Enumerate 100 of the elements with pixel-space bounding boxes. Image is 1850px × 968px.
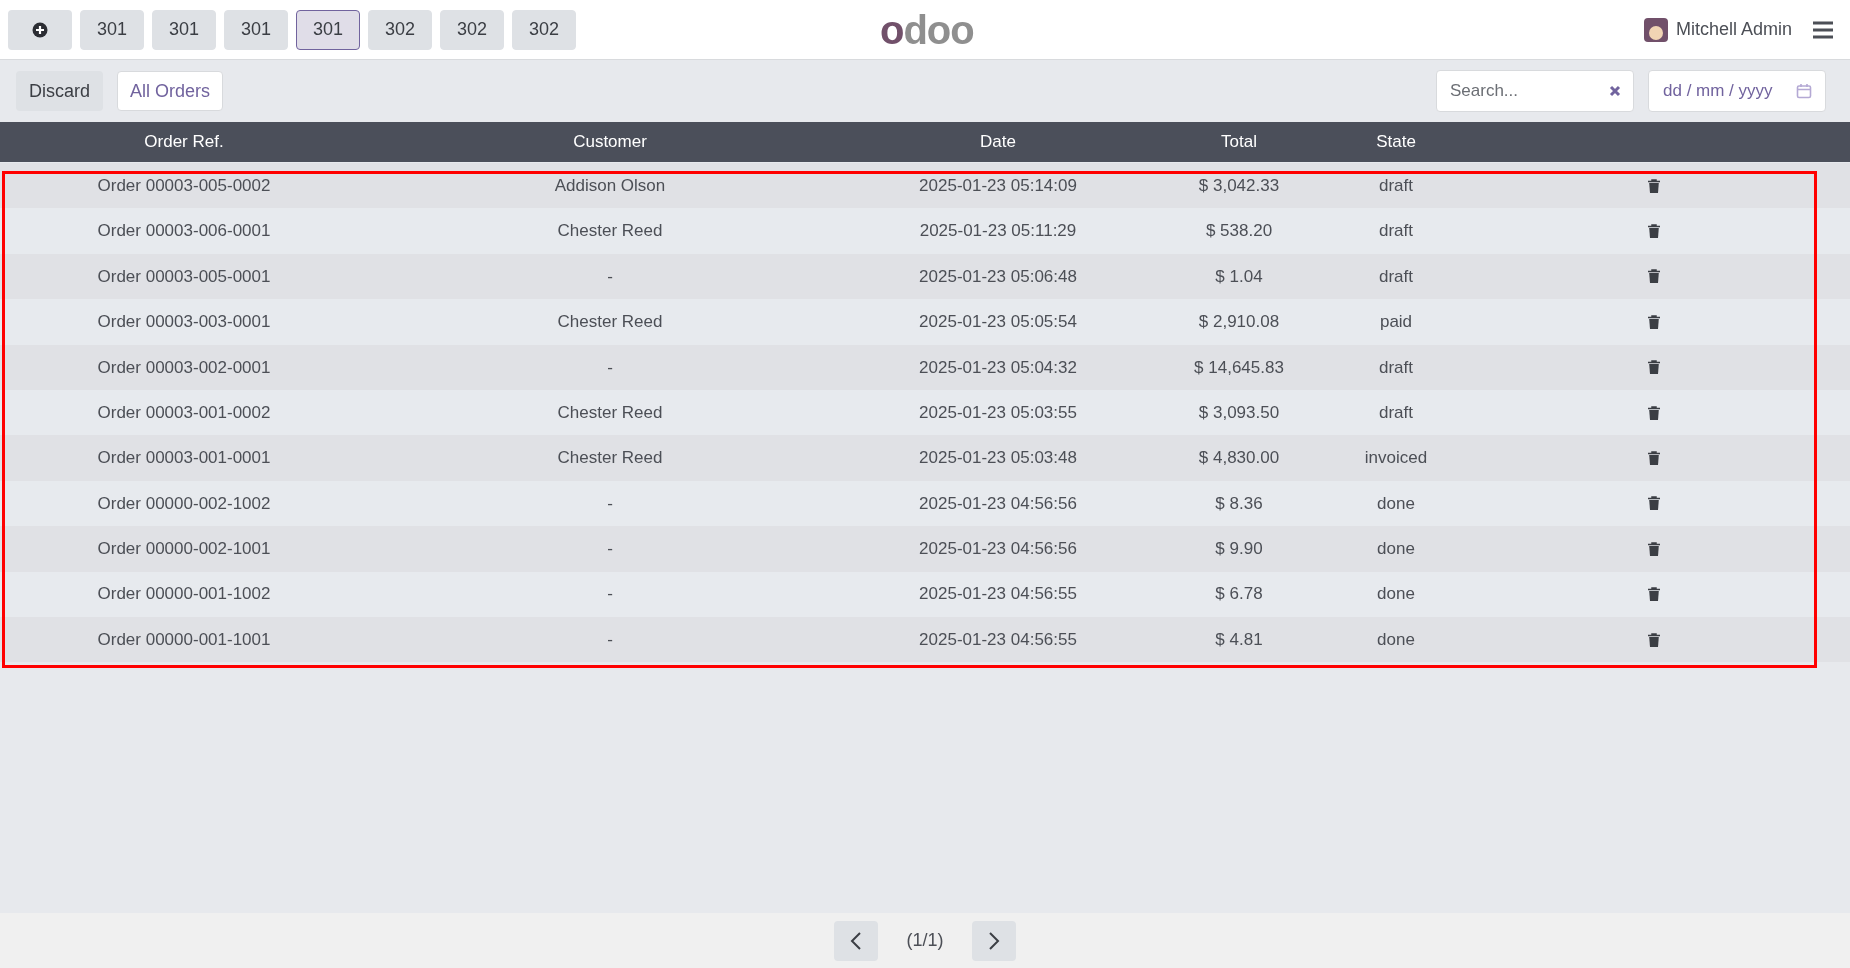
column-header: Order Ref. bbox=[143, 131, 225, 154]
next-button[interactable] bbox=[971, 920, 1016, 961]
search-field[interactable]: Search... bbox=[1436, 70, 1634, 112]
trash-icon[interactable] bbox=[1648, 360, 1660, 375]
register-tab[interactable]: 301 bbox=[224, 9, 288, 50]
table-cell-text: done bbox=[1377, 628, 1415, 651]
table-cell-text: $ 3,093.50 bbox=[1198, 401, 1280, 424]
table-cell-text: draft bbox=[1379, 265, 1413, 288]
previous-button[interactable] bbox=[834, 920, 879, 961]
table-cell-text: - bbox=[607, 265, 613, 288]
table-cell-text: Addison Olson bbox=[554, 174, 666, 197]
table-row[interactable]: Order 00000-001-1001 - 2025-01-23 04:56:55 $ 4.81 done bbox=[0, 616, 1850, 663]
table-cell-text: $ 2,910.08 bbox=[1198, 311, 1280, 334]
avatar bbox=[1643, 17, 1668, 42]
chevron-left-icon bbox=[850, 931, 863, 950]
discard-button[interactable]: Discard bbox=[16, 71, 103, 111]
register-tab[interactable]: 301 bbox=[152, 9, 216, 50]
date-field[interactable]: dd / mm / yyyy bbox=[1648, 70, 1826, 112]
chevron-right-icon bbox=[987, 931, 1000, 950]
table-cell-text: done bbox=[1377, 583, 1415, 606]
table-row[interactable]: Order 00003-002-0001 - 2025-01-23 05:04:32 $ 14,645.83 draft bbox=[0, 344, 1850, 390]
table-cell-text: $ 8.36 bbox=[1215, 492, 1263, 515]
column-header: Date bbox=[979, 131, 1017, 154]
table-cell-text: $ 4.81 bbox=[1215, 628, 1263, 651]
table-cell-text: - bbox=[607, 492, 613, 515]
table-cell-text: 2025-01-23 04:56:56 bbox=[919, 538, 1077, 561]
table-cell-text: 2025-01-23 05:14:09 bbox=[919, 174, 1077, 197]
table-cell-text: 2025-01-23 05:03:48 bbox=[919, 447, 1077, 470]
table-cell-text: $ 9.90 bbox=[1215, 538, 1263, 561]
table-cell-text: paid bbox=[1379, 311, 1413, 334]
trash-icon[interactable] bbox=[1648, 269, 1660, 284]
table-row[interactable]: Order 00003-001-0001 Chester Reed 2025-01-23 05:03:48 $ 4,830.00 invoiced bbox=[0, 435, 1850, 481]
table-cell-text: Order 00003-001-0001 bbox=[97, 447, 271, 470]
all-orders-button[interactable]: All Orders bbox=[117, 71, 224, 111]
plus-circle-icon bbox=[32, 21, 48, 38]
trash-icon[interactable] bbox=[1648, 405, 1660, 420]
logo: odoo bbox=[880, 8, 974, 52]
register-tab[interactable]: 302 bbox=[512, 9, 576, 50]
table-cell-text: - bbox=[607, 628, 613, 651]
trash-icon[interactable] bbox=[1648, 587, 1660, 602]
table-cell-text: 2025-01-23 05:04:32 bbox=[919, 356, 1077, 379]
table-cell-text: Order 00003-002-0001 bbox=[97, 356, 271, 379]
table-row[interactable]: Order 00000-002-1001 - 2025-01-23 04:56:56 $ 9.90 done bbox=[0, 526, 1850, 572]
table-cell-text: $ 3,042.33 bbox=[1198, 174, 1280, 197]
register-tab[interactable]: 301 bbox=[80, 9, 144, 50]
table-cell-text: 2025-01-23 04:56:55 bbox=[919, 583, 1077, 606]
table-cell-text: 2025-01-23 05:06:48 bbox=[919, 265, 1077, 288]
table-cell-text: - bbox=[607, 356, 613, 379]
table-cell-text: Order 00003-006-0001 bbox=[97, 220, 271, 243]
table-cell-text: Order 00000-002-1002 bbox=[97, 492, 271, 515]
trash-icon[interactable] bbox=[1648, 314, 1660, 329]
table-cell-text: Chester Reed bbox=[557, 401, 663, 424]
menu-icon[interactable] bbox=[1812, 20, 1834, 39]
table-cell-text: Order 00003-001-0002 bbox=[97, 401, 271, 424]
trash-icon[interactable] bbox=[1648, 451, 1660, 466]
column-header: Total bbox=[1220, 131, 1258, 154]
table-cell-text: Chester Reed bbox=[557, 311, 663, 334]
table-cell-text: Chester Reed bbox=[557, 220, 663, 243]
table-cell-text: Order 00003-005-0001 bbox=[97, 265, 271, 288]
table-cell-text: Order 00003-003-0001 bbox=[97, 311, 271, 334]
column-header: State bbox=[1375, 131, 1417, 154]
table-cell-text: done bbox=[1377, 538, 1415, 561]
table-cell-text: $ 6.78 bbox=[1215, 583, 1263, 606]
clear-icon[interactable] bbox=[1609, 85, 1621, 97]
table-cell-text: - bbox=[607, 538, 613, 561]
trash-icon[interactable] bbox=[1648, 632, 1660, 647]
table-cell-text: invoiced bbox=[1364, 447, 1428, 470]
table-cell-text: 2025-01-23 04:56:56 bbox=[919, 492, 1077, 515]
table-cell-text: - bbox=[607, 583, 613, 606]
table-cell-text: 2025-01-23 04:56:55 bbox=[919, 628, 1077, 651]
table-cell-text: $ 14,645.83 bbox=[1194, 356, 1284, 379]
register-tab[interactable]: 301 bbox=[296, 9, 360, 50]
table-cell-text: Order 00003-005-0002 bbox=[97, 174, 271, 197]
table-cell-text: 2025-01-23 05:03:55 bbox=[919, 401, 1077, 424]
column-header: Customer bbox=[572, 131, 648, 154]
page-indicator: (1/1) bbox=[905, 929, 945, 952]
table-row[interactable]: Order 00003-005-0002 Addison Olson 2025-01-23 05:14:09 $ 3,042.33 draft bbox=[0, 163, 1850, 209]
register-tab[interactable]: 302 bbox=[440, 9, 504, 50]
table-cell-text: 2025-01-23 05:11:29 bbox=[919, 220, 1077, 243]
table-cell-text: draft bbox=[1379, 401, 1413, 424]
add-button[interactable] bbox=[8, 9, 72, 50]
table-cell-text: $ 4,830.00 bbox=[1198, 447, 1280, 470]
table-cell-text: Order 00000-001-1002 bbox=[97, 583, 271, 606]
table-cell-text: draft bbox=[1379, 220, 1413, 243]
table-cell-text: Order 00000-002-1001 bbox=[97, 538, 271, 561]
table-cell-text: draft bbox=[1379, 174, 1413, 197]
table-row[interactable]: Order 00003-005-0001 - 2025-01-23 05:06:48 $ 1.04 draft bbox=[0, 253, 1850, 300]
table-cell-text: Order 00000-001-1001 bbox=[97, 628, 271, 651]
table-cell-text: done bbox=[1377, 492, 1415, 515]
table-cell-text: 2025-01-23 05:05:54 bbox=[919, 311, 1077, 334]
register-tab[interactable]: 302 bbox=[368, 9, 432, 50]
user-name[interactable]: Mitchell Admin bbox=[1675, 16, 1792, 43]
table-cell-text: Chester Reed bbox=[557, 447, 663, 470]
table-cell-text: draft bbox=[1379, 356, 1413, 379]
trash-icon[interactable] bbox=[1648, 178, 1660, 193]
table-cell-text: $ 1.04 bbox=[1215, 265, 1263, 288]
trash-icon[interactable] bbox=[1648, 541, 1660, 556]
trash-icon[interactable] bbox=[1648, 496, 1660, 511]
table-cell-text: $ 538.20 bbox=[1205, 220, 1273, 243]
trash-icon[interactable] bbox=[1648, 224, 1660, 239]
